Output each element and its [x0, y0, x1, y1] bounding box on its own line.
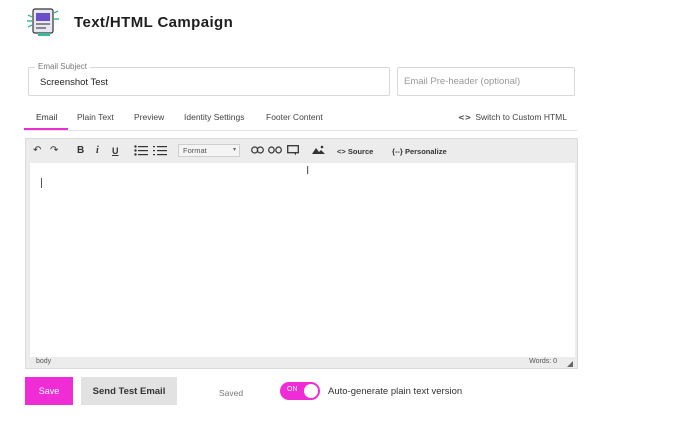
send-test-email-button[interactable]: Send Test Email	[81, 377, 177, 405]
underline-button[interactable]: U	[112, 145, 119, 157]
email-subject-label: Email Subject	[35, 62, 90, 72]
code-icon: <>	[457, 113, 472, 122]
tab-preview[interactable]: Preview	[134, 112, 164, 122]
saved-status: Saved	[219, 388, 244, 398]
auto-generate-plain-text-label: Auto-generate plain text version	[328, 386, 463, 397]
switch-to-custom-html-label: Switch to Custom HTML	[475, 112, 567, 122]
editor-statusbar: body Words: 0	[26, 357, 577, 369]
preheader-input[interactable]	[404, 68, 569, 95]
save-button[interactable]: Save	[25, 377, 73, 405]
bulleted-list-icon[interactable]	[134, 145, 148, 160]
image-icon[interactable]	[312, 145, 325, 159]
rich-text-editor: ↶ ↷ B i U Format ▾ <> Source {--} Person…	[25, 138, 578, 369]
tab-email[interactable]: Email	[36, 112, 57, 122]
format-dropdown-value: Format	[183, 146, 207, 155]
bold-button[interactable]: B	[77, 145, 84, 157]
page-title: Text/HTML Campaign	[74, 13, 234, 31]
tab-plain-text[interactable]: Plain Text	[77, 112, 114, 122]
source-label: Source	[347, 147, 374, 156]
campaign-illustration-icon	[24, 5, 60, 39]
numbered-list-icon[interactable]	[153, 145, 167, 160]
page-header: Text/HTML Campaign	[24, 5, 233, 39]
personalize-icon: {--}	[392, 147, 403, 156]
editor-tabs: Email Plain Text Preview Identity Settin…	[24, 106, 577, 131]
unlink-icon[interactable]	[268, 145, 282, 159]
element-path[interactable]: body	[36, 358, 51, 365]
undo-icon[interactable]: ↶	[33, 145, 41, 157]
tab-footer-content[interactable]: Footer Content	[266, 112, 323, 122]
toggle-knob	[304, 384, 318, 398]
tab-identity-settings[interactable]: Identity Settings	[184, 112, 244, 122]
link-icon[interactable]	[251, 145, 264, 159]
email-subject-field[interactable]: Email Subject Screenshot Test	[28, 62, 390, 96]
personalize-button[interactable]: {--} Personalize	[392, 146, 447, 158]
personalize-label: Personalize	[404, 147, 447, 156]
switch-to-custom-html-link[interactable]: <> Switch to Custom HTML	[458, 112, 567, 122]
italic-button[interactable]: i	[96, 145, 99, 157]
editor-content-area[interactable]	[30, 163, 575, 357]
toggle-state-label: ON	[287, 386, 298, 393]
active-tab-indicator	[24, 128, 68, 130]
auto-generate-plain-text-toggle[interactable]: ON	[280, 382, 320, 400]
resize-handle-icon[interactable]	[567, 361, 573, 367]
preheader-field[interactable]	[397, 67, 575, 96]
source-button[interactable]: <> Source	[337, 146, 373, 158]
chevron-down-icon: ▾	[232, 147, 236, 153]
comment-icon[interactable]	[287, 145, 299, 160]
redo-icon[interactable]: ↷	[50, 145, 58, 157]
word-count: Words: 0	[529, 358, 557, 365]
format-dropdown[interactable]: Format ▾	[178, 144, 240, 157]
text-cursor	[41, 178, 42, 188]
email-subject-value[interactable]: Screenshot Test	[40, 77, 108, 88]
editor-toolbar: ↶ ↷ B i U Format ▾ <> Source {--} Person…	[26, 139, 577, 163]
ibeam-cursor-icon: I	[306, 164, 310, 177]
code-icon: <>	[337, 147, 346, 156]
